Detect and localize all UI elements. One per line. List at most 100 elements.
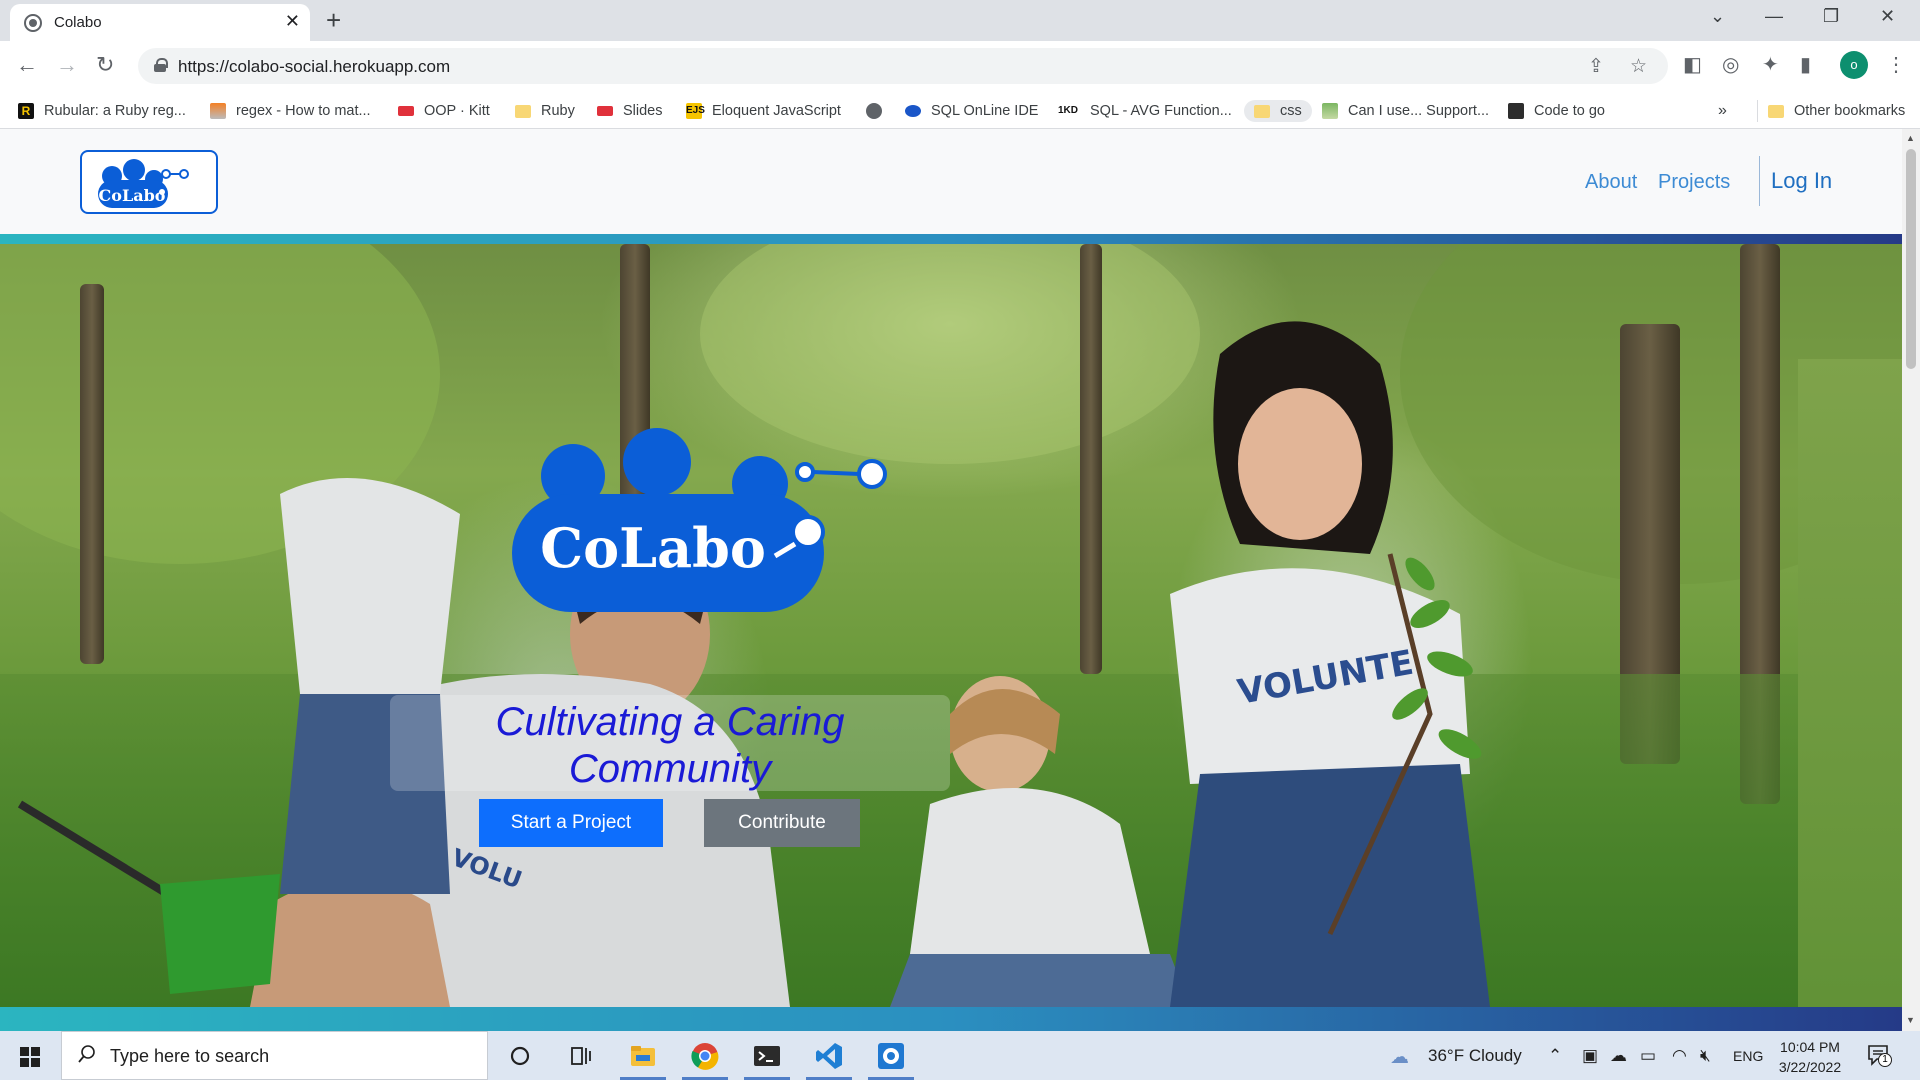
file-explorer-icon[interactable] [628,1041,658,1071]
profile-avatar[interactable]: o [1840,51,1868,79]
browser-tab[interactable]: Colabo ✕ [10,4,310,41]
vscode-icon[interactable] [814,1041,844,1071]
bookmark-item[interactable]: R Rubular: a Ruby reg... [18,100,186,122]
tray-expand-icon[interactable]: ⌃ [1548,1046,1562,1066]
extensions-puzzle-icon[interactable]: ✦ [1762,52,1779,77]
wheelbarrow-image [17,800,280,994]
bookmark-item[interactable]: SQL OnLine IDE [905,100,1038,122]
caniuse-icon [1322,103,1338,119]
bookmark-label: SQL - AVG Function... [1090,103,1232,119]
battery-icon[interactable]: ▭ [1640,1046,1656,1066]
bookmark-label: regex - How to mat... [236,103,371,119]
windows-taskbar: Type here to search ☁ 36°F Cloudy ⌃ ▣ ☁ … [0,1031,1920,1080]
folder-icon [1768,104,1784,118]
hero-colabo-logo: CoLabo [512,428,887,612]
top-gradient-bar [0,234,1902,244]
app-icon[interactable] [876,1041,906,1071]
bookmark-star-icon[interactable]: ☆ [1630,55,1647,78]
bookmarks-overflow-button[interactable]: » [1718,100,1727,122]
folder-icon [515,104,531,118]
share-icon[interactable]: ⇪ [1588,55,1604,78]
clock-time: 10:04 PM [1780,1039,1840,1055]
menu-kebab-icon[interactable]: ⋮ [1886,52,1906,77]
bookmark-item[interactable]: Code to go [1508,100,1605,122]
language-indicator[interactable]: ENG [1733,1048,1763,1064]
ejs-icon: EJS [686,103,705,119]
restore-button[interactable]: ❐ [1823,6,1839,27]
back-button[interactable]: ← [16,52,38,78]
scroll-thumb[interactable] [1906,149,1916,369]
bottom-gradient-bar [0,1007,1902,1031]
tab-search-icon[interactable]: ⌄ [1710,6,1725,27]
start-project-button[interactable]: Start a Project [479,799,663,847]
weather-text[interactable]: 36°F Cloudy [1428,1046,1522,1066]
bookmark-item[interactable]: Can I use... Support... [1322,100,1489,122]
tab-title: Colabo [54,14,102,31]
cortana-icon[interactable] [505,1041,535,1071]
forward-button[interactable]: → [56,52,78,78]
address-bar[interactable]: https://colabo-social.herokuapp.com ⇪ ☆ [138,48,1668,84]
bookmark-label: css [1280,103,1302,119]
notification-count-badge: 1 [1878,1053,1892,1067]
volunteer-woman-image: VOLUNTE [1170,321,1490,1007]
search-placeholder[interactable]: Type here to search [110,1046,269,1067]
tab-strip: Colabo ✕ + ⌄ — ❐ ✕ [0,0,1920,41]
scroll-down-arrow-icon[interactable]: ▼ [1906,1015,1915,1025]
terminal-icon[interactable] [752,1041,782,1071]
minimize-button[interactable]: — [1765,6,1783,27]
sql-icon [905,105,921,117]
windows-start-icon[interactable] [20,1047,40,1067]
wifi-icon[interactable]: ◠ [1672,1046,1687,1066]
folder-icon [1254,104,1270,118]
close-tab-icon[interactable]: ✕ [285,11,300,32]
side-panel-icon[interactable]: ▮ [1800,52,1811,77]
site-navbar: CoLabo About Projects Log In [0,129,1902,234]
browser-toolbar: ← → ↻ https://colabo-social.herokuapp.co… [0,41,1920,91]
site-logo-text: CoLabo [99,186,166,205]
extension-icon-2[interactable]: ◎ [1722,52,1739,77]
speaker-muted-icon[interactable]: 🔇︎ [1700,1046,1711,1066]
other-bookmarks-folder[interactable]: Other bookmarks [1757,100,1905,122]
taskbar-search-box[interactable]: Type here to search [61,1031,488,1080]
bookmark-item[interactable]: OOP · Kitt [398,100,490,122]
globe-icon [866,103,882,119]
notification-center-icon[interactable]: 1 [1866,1043,1892,1067]
bookmark-label: Code to go [1534,103,1605,119]
nav-link-login[interactable]: Log In [1771,168,1832,194]
bookmark-label: Other bookmarks [1794,103,1906,119]
onedrive-icon[interactable]: ☁ [1610,1046,1627,1066]
site-logo[interactable]: CoLabo [80,150,218,214]
bookmark-folder[interactable]: css [1244,100,1312,122]
bookmark-folder[interactable]: Ruby [515,100,575,122]
contribute-button[interactable]: Contribute [704,799,860,847]
weather-icon[interactable]: ☁ [1390,1046,1409,1069]
lewagon-icon [597,106,613,116]
url-text[interactable]: https://colabo-social.herokuapp.com [178,57,450,77]
page-scrollbar[interactable]: ▲ ▼ [1902,129,1920,1031]
rubular-icon: R [18,103,34,119]
bookmark-item[interactable]: EJS Eloquent JavaScript [686,100,841,122]
bookmark-label: Ruby [541,103,575,119]
bookmark-item[interactable]: 1KD SQL - AVG Function... [1058,100,1232,122]
clock-date: 3/22/2022 [1778,1059,1842,1075]
close-window-button[interactable]: ✕ [1880,6,1895,27]
task-view-icon[interactable] [565,1041,595,1071]
hero-tagline: Cultivating a Caring Community [390,699,950,793]
bookmark-label: OOP · Kitt [424,103,490,119]
reload-button[interactable]: ↻ [96,52,114,78]
bookmark-item[interactable]: regex - How to mat... [210,100,371,122]
extension-icon[interactable]: ◧ [1683,52,1702,77]
new-tab-button[interactable]: + [326,5,341,36]
lock-icon[interactable] [154,58,168,72]
tray-app-icon[interactable]: ▣ [1582,1046,1598,1066]
tagline-line-1: Cultivating a Caring [495,700,845,744]
taskbar-clock[interactable]: 10:04 PM 3/22/2022 [1770,1037,1850,1077]
bookmark-item[interactable]: Slides [597,100,663,122]
bookmark-item[interactable] [866,100,882,122]
nav-link-projects[interactable]: Projects [1658,171,1730,194]
scroll-up-arrow-icon[interactable]: ▲ [1906,133,1915,143]
chrome-icon[interactable] [690,1041,720,1071]
nav-link-about[interactable]: About [1585,171,1637,194]
codetogo-icon [1508,103,1524,119]
tree-trunk [1080,244,1102,674]
